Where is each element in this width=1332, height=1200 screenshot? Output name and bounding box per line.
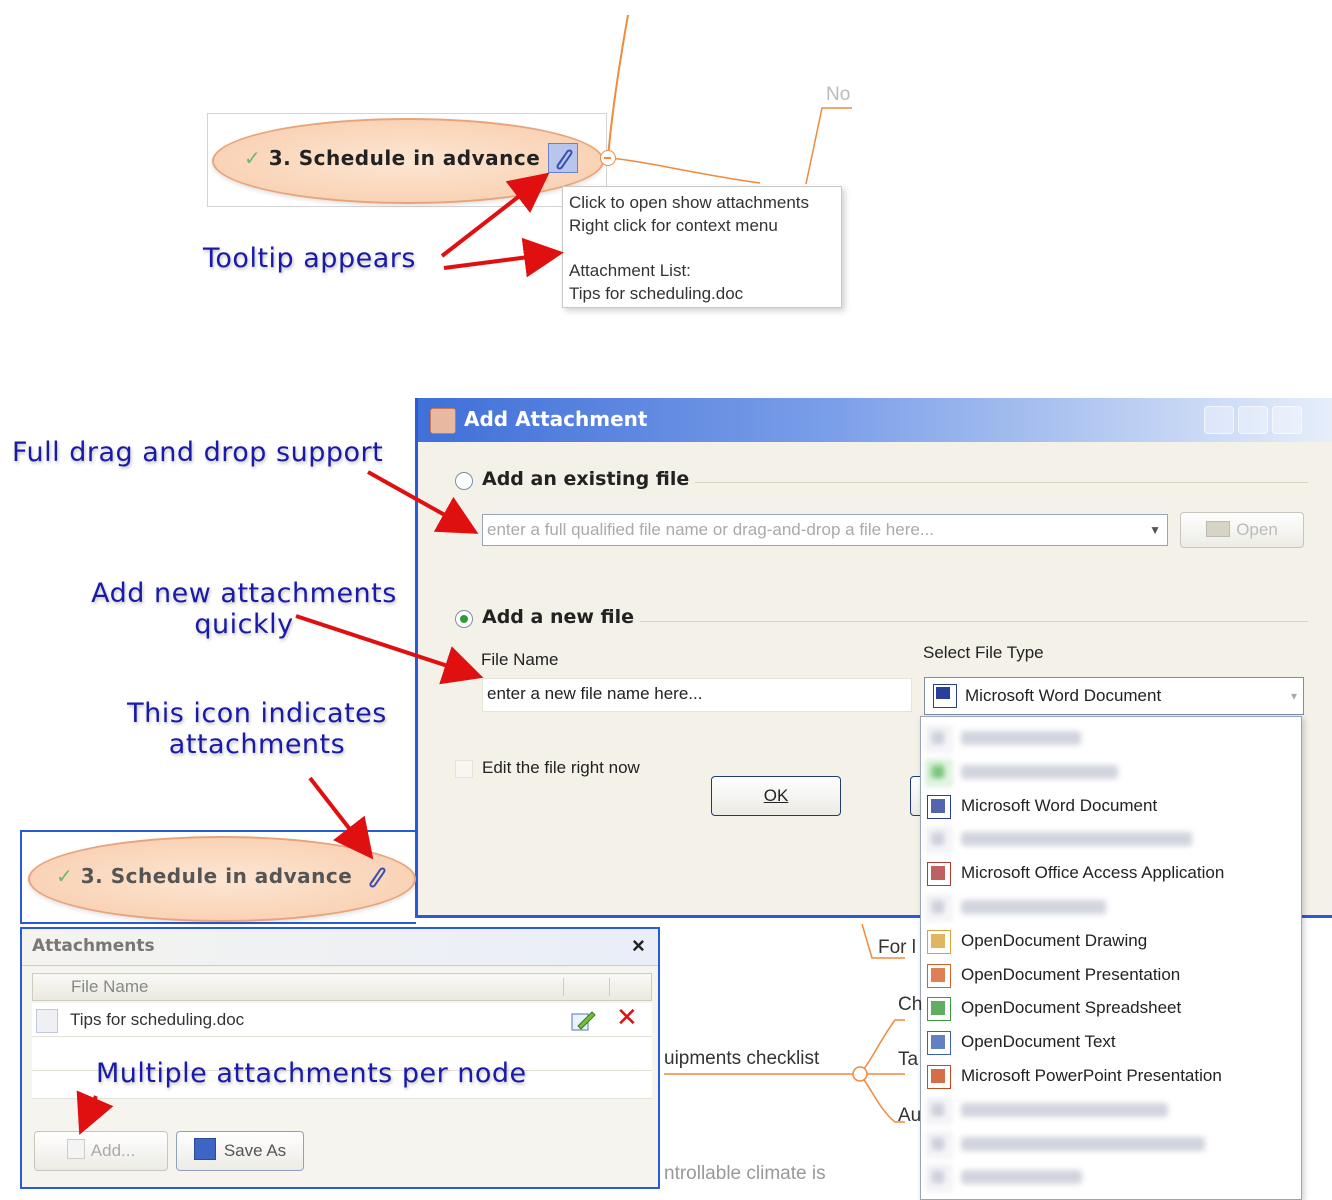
arrow-to-clip-bottom <box>308 776 374 860</box>
arrow-to-existing-combo <box>367 470 479 534</box>
arrow-to-clip-top <box>440 172 550 258</box>
arrow-to-tooltip <box>443 237 564 278</box>
annotation-arrows <box>76 172 564 1136</box>
arrow-to-add-button <box>76 1090 114 1136</box>
arrow-to-file-name <box>295 614 484 685</box>
